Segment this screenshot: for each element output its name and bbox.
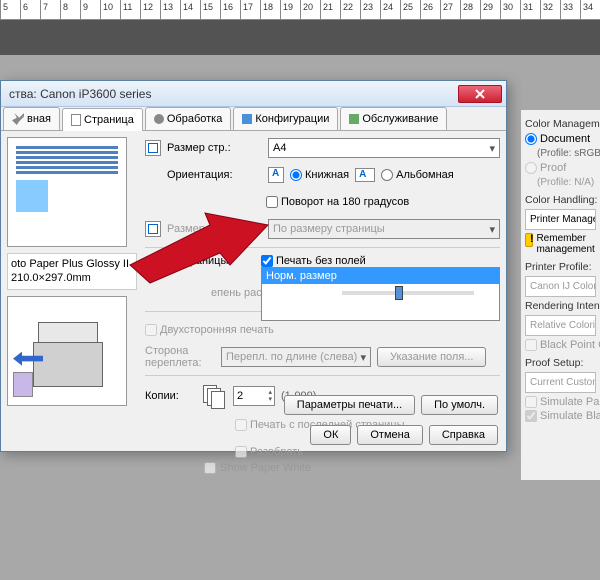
document-radio[interactable]: Document [525, 133, 596, 145]
show-paper-white-input [204, 462, 216, 474]
close-icon [475, 89, 485, 99]
copies-input[interactable]: 2 [233, 386, 275, 406]
portrait-radio[interactable]: Книжная [290, 169, 349, 181]
proof-radio-input [525, 162, 537, 174]
settings-column: Размер стр.: A4 Ориентация: Книжная Альб… [145, 137, 500, 413]
landscape-radio[interactable]: Альбомная [381, 169, 454, 181]
sim-paper-checkbox: Simulate Paper [525, 396, 596, 408]
preview-column: oto Paper Plus Glossy II 210.0×297.0mm [7, 137, 137, 413]
black-point-checkbox: Black Point Com [525, 339, 596, 351]
gear-icon [154, 114, 164, 124]
close-button[interactable] [458, 85, 502, 103]
proof-setup-label: Proof Setup: [525, 357, 596, 369]
show-paper-white-checkbox: Show Paper White [204, 462, 311, 474]
binding-label: Сторона переплета: [145, 345, 215, 369]
collate-checkbox: Разобрать [235, 446, 303, 458]
dialog-body: oto Paper Plus Glossy II 210.0×297.0mm Р… [1, 131, 506, 419]
service-icon [349, 114, 359, 124]
handling-label: Color Handling: [525, 194, 596, 206]
defaults-button[interactable]: По умолч. [421, 395, 498, 415]
config-icon [242, 114, 252, 124]
extension-slider[interactable] [342, 291, 474, 295]
printer-profile-label: Printer Profile: [525, 261, 596, 273]
proof-radio[interactable]: Proof [525, 162, 596, 174]
portrait-icon [268, 167, 284, 183]
rotate-180-checkbox[interactable]: Поворот на 180 градусов [266, 196, 409, 208]
footer-buttons: ОК Отмена Справка [310, 425, 498, 445]
remember-warning: Remember management [525, 233, 596, 255]
print-properties-dialog: ства: Canon iP3600 series вная Страница … [0, 80, 507, 452]
help-button[interactable]: Справка [429, 425, 498, 445]
tab-config[interactable]: Конфигурации [233, 107, 338, 130]
panel-title: Color Management [525, 118, 596, 130]
ruler: // populated below 567891011121314151617… [0, 0, 600, 20]
cancel-button[interactable]: Отмена [357, 425, 422, 445]
layout-label: Макет страницы: [145, 255, 255, 267]
proof-setup-dropdown: Current Custom Set [525, 372, 596, 393]
rendering-dropdown: Relative Colorimetric [525, 315, 596, 336]
printer-illustration [7, 296, 127, 406]
wrench-icon [12, 113, 24, 125]
handling-dropdown[interactable]: Printer Manages Col [525, 209, 596, 230]
document-radio-input[interactable] [525, 133, 537, 145]
list-item[interactable]: Норм. размер [262, 268, 499, 284]
paper-info: oto Paper Plus Glossy II 210.0×297.0mm [7, 253, 137, 290]
page-size-icon [145, 140, 161, 156]
tab-main[interactable]: вная [3, 107, 60, 130]
paper-size-dropdown: По размеру страницы [268, 219, 500, 239]
warning-icon [525, 233, 533, 247]
tab-bar: вная Страница Обработка Конфигурации Обс… [1, 107, 506, 131]
tab-process[interactable]: Обработка [145, 107, 231, 130]
profile-na-text: (Profile: N/A) [525, 177, 596, 188]
margin-button: Указание поля... [377, 347, 486, 367]
printer-profile-dropdown: Canon IJ Color Prin [525, 276, 596, 297]
copies-label: Копии: [145, 390, 195, 402]
ok-button[interactable]: ОК [310, 425, 351, 445]
canvas-dark-area [0, 20, 600, 55]
landscape-icon [355, 168, 375, 182]
paper-size-icon [145, 221, 161, 237]
borderless-checkbox[interactable]: Печать без полей [261, 255, 500, 267]
copies-icon [201, 383, 227, 409]
page-size-label: Размер стр.: [167, 142, 262, 154]
orientation-label: Ориентация: [167, 169, 262, 181]
page-icon [71, 114, 81, 126]
sim-black-checkbox: Simulate Black I [525, 410, 596, 422]
titlebar[interactable]: ства: Canon iP3600 series [1, 81, 506, 107]
page-preview [7, 137, 127, 247]
binding-dropdown: Перепл. по длине (слева) [221, 347, 371, 367]
tab-page[interactable]: Страница [62, 108, 143, 131]
duplex-checkbox: Двухсторонняя печать [145, 324, 274, 336]
mid-button-row: Параметры печати... По умолч. [284, 395, 498, 415]
page-size-dropdown[interactable]: A4 [268, 138, 500, 158]
rendering-label: Rendering Intent: [525, 300, 596, 312]
tab-service[interactable]: Обслуживание [340, 107, 447, 130]
color-management-panel: Color Management Document (Profile: sRGB… [520, 110, 600, 480]
paper-size-label: Размер бумаги: [167, 223, 262, 235]
profile-text: (Profile: sRGB IE [525, 148, 596, 159]
print-params-button[interactable]: Параметры печати... [284, 395, 415, 415]
window-title: ства: Canon iP3600 series [5, 87, 458, 101]
